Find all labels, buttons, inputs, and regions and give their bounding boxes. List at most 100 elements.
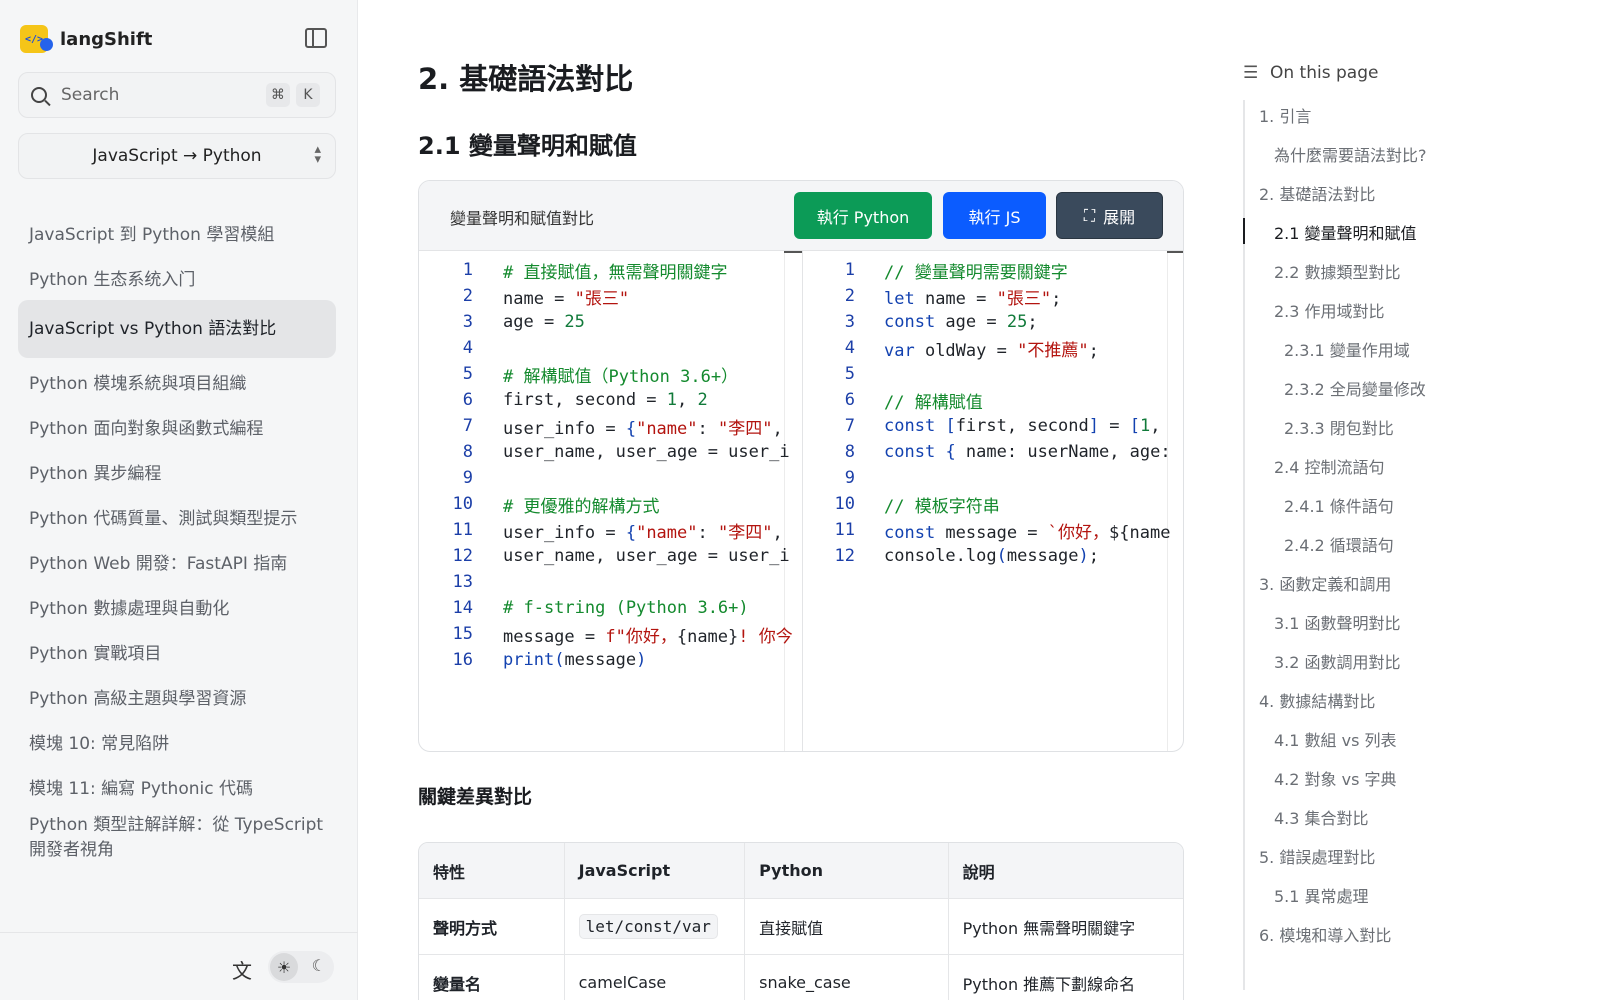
python-scroll-thumb[interactable] bbox=[784, 251, 802, 253]
code-token: age = bbox=[935, 312, 1007, 332]
code-line: 5 # 解構賦值（Python 3.6+） bbox=[419, 361, 802, 387]
code-token: user_info = bbox=[503, 418, 626, 439]
sidebar-item[interactable]: Python 代碼質量、測試與類型提示 bbox=[18, 494, 336, 538]
cell-text: 聲明方式 bbox=[433, 918, 498, 938]
line-number: 8 bbox=[462, 442, 473, 462]
sidebar-item[interactable]: JavaScript vs Python 語法對比 bbox=[18, 300, 336, 358]
language-pair-select[interactable]: JavaScript → Python ▴ ▾ bbox=[18, 133, 336, 179]
toc-item[interactable]: 4.2 對象 vs 字典 bbox=[1274, 766, 1397, 790]
table-of-contents: ☰ On this page 1. 引言為什麼需要語法對比? 2. 基礎語法對比 2… bbox=[1243, 60, 1583, 990]
code-token: name: userName, age: bbox=[955, 442, 1171, 462]
js-scroll-thumb[interactable] bbox=[1167, 251, 1183, 253]
code-token: ) bbox=[1078, 546, 1089, 566]
code-text: console.log(message); bbox=[855, 546, 1099, 566]
sidebar-item[interactable]: Python 類型註解詳解：從 TypeScript 開發者視角 bbox=[18, 809, 336, 867]
code-token: ; bbox=[1088, 340, 1099, 361]
code-token: [ bbox=[1129, 416, 1140, 436]
sidebar-footer: 文 ☀ ☾ bbox=[0, 932, 358, 1000]
code-text: # 解構賦值（Python 3.6+） bbox=[473, 362, 738, 387]
sidebar-item[interactable]: Python 實戰項目 bbox=[18, 629, 336, 673]
toc-item[interactable]: 2.1 變量聲明和賦值 bbox=[1274, 220, 1417, 244]
toc-item[interactable]: 5. 錯誤處理對比 bbox=[1259, 844, 1375, 868]
toc-header: ☰ On this page bbox=[1243, 60, 1583, 86]
code-text: const [first, second] = [1, bbox=[855, 416, 1160, 436]
toc-item[interactable]: 2.4 控制流語句 bbox=[1274, 454, 1385, 478]
toc-item[interactable]: 2. 基礎語法對比 bbox=[1259, 181, 1375, 205]
toc-item[interactable]: 3. 函數定義和調用 bbox=[1259, 571, 1391, 595]
expand-icon: ⛶ bbox=[1083, 205, 1096, 225]
code-line: 14 # f-string (Python 3.6+) bbox=[419, 595, 802, 621]
code-line: 10 // 模板字符串 bbox=[803, 491, 1183, 517]
toc-item[interactable]: 為什麼需要語法對比? bbox=[1274, 142, 1427, 166]
logo-icon: </> bbox=[20, 25, 53, 53]
table-cell: snake_case bbox=[745, 955, 949, 1000]
table-cell: let/const/var bbox=[565, 899, 746, 954]
toc-item[interactable]: 3.1 函數聲明對比 bbox=[1274, 610, 1401, 634]
sidebar-item[interactable]: Python 模塊系統與項目組織 bbox=[18, 359, 336, 403]
toc-heading: On this page bbox=[1270, 63, 1379, 83]
sidebar-item[interactable]: Python 高級主題與學習資源 bbox=[18, 674, 336, 718]
code-line: 5 bbox=[803, 361, 1183, 387]
sidebar-item[interactable]: 模塊 11: 編寫 Pythonic 代碼 bbox=[18, 764, 336, 808]
line-number: 8 bbox=[844, 442, 855, 462]
line-number: 5 bbox=[462, 364, 473, 384]
run-python-button[interactable]: 執行 Python bbox=[794, 192, 932, 239]
toc-item[interactable]: 2.3.2 全局變量修改 bbox=[1284, 376, 1426, 400]
code-token: ) bbox=[636, 650, 647, 670]
code-token: name = bbox=[914, 288, 997, 309]
toc-item[interactable]: 4.3 集合對比 bbox=[1274, 805, 1369, 829]
sidebar-toggle-icon[interactable] bbox=[305, 28, 327, 48]
table-header-cell: 特性 bbox=[419, 843, 565, 898]
line-number: 12 bbox=[834, 546, 855, 566]
toc-item[interactable]: 3.2 函數調用對比 bbox=[1274, 649, 1401, 673]
line-number: 6 bbox=[844, 390, 855, 410]
js-code-editor[interactable]: 1// 變量聲明需要關鍵字 2 let name = "張三"; 3 const age… bbox=[802, 251, 1183, 751]
toc-item[interactable]: 2.4.2 循環語句 bbox=[1284, 532, 1394, 556]
code-line: 7 const [first, second] = [1, bbox=[803, 413, 1183, 439]
toc-item[interactable]: 2.3.1 變量作用域 bbox=[1284, 337, 1410, 361]
toc-item[interactable]: 2.3 作用域對比 bbox=[1274, 298, 1385, 322]
code-card-title: 變量聲明和賦值對比 bbox=[450, 209, 595, 228]
list-icon: ☰ bbox=[1243, 63, 1259, 83]
toc-item[interactable]: 1. 引言 bbox=[1259, 103, 1311, 127]
sidebar-item[interactable]: Python Web 開發：FastAPI 指南 bbox=[18, 539, 336, 583]
toc-item[interactable]: 4.1 數組 vs 列表 bbox=[1274, 727, 1397, 751]
cell-text: 特性 bbox=[433, 862, 466, 882]
code-token: { bbox=[625, 522, 637, 543]
theme-toggle[interactable]: ☀ ☾ bbox=[268, 951, 334, 983]
expand-button[interactable]: ⛶ 展開 bbox=[1056, 192, 1163, 239]
line-number: 10 bbox=[452, 494, 473, 514]
search-input[interactable]: Search ⌘ K bbox=[18, 72, 336, 118]
sidebar-item[interactable]: JavaScript 到 Python 學習模組 bbox=[18, 210, 336, 254]
toc-item[interactable]: 2.4.1 條件語句 bbox=[1284, 493, 1394, 517]
code-line: 1 // 變量聲明需要關鍵字 bbox=[803, 257, 1183, 283]
brand[interactable]: </> langShift bbox=[20, 24, 152, 54]
code-token: const bbox=[884, 416, 936, 436]
code-token: , bbox=[677, 390, 698, 410]
line-number: 3 bbox=[462, 312, 473, 332]
run-js-button[interactable]: 執行 JS bbox=[943, 192, 1046, 239]
section-title: 2.1 變量聲明和賦值 bbox=[418, 132, 637, 160]
sidebar-item[interactable]: Python 異步編程 bbox=[18, 449, 336, 493]
translate-icon[interactable]: 文 bbox=[232, 955, 252, 984]
toc-item[interactable]: 2.3.3 閉包對比 bbox=[1284, 415, 1394, 439]
toc-item[interactable]: 5.1 異常處理 bbox=[1274, 883, 1369, 907]
sidebar-item[interactable]: 模塊 10: 常見陷阱 bbox=[18, 719, 336, 763]
sidebar-item[interactable]: Python 面向對象與函數式編程 bbox=[18, 404, 336, 448]
sidebar-item[interactable]: Python 生态系统入门 bbox=[18, 255, 336, 299]
toc-active-marker bbox=[1243, 218, 1245, 244]
table-cell: 聲明方式 bbox=[419, 899, 565, 954]
code-card-header: 變量聲明和賦值對比 執行 Python 執行 JS ⛶ 展開 bbox=[419, 181, 1183, 251]
sidebar-item[interactable]: Python 數據處理與自動化 bbox=[18, 584, 336, 628]
toc-item[interactable]: 2.2 數據類型對比 bbox=[1274, 259, 1401, 283]
cell-text: Python 推薦下劃線命名 bbox=[962, 974, 1136, 994]
code-token: , bbox=[772, 522, 783, 543]
toc-item[interactable]: 4. 數據結構對比 bbox=[1259, 688, 1375, 712]
code-token: {name} bbox=[676, 626, 739, 647]
code-token: const bbox=[884, 522, 936, 543]
code-token: console.log bbox=[884, 546, 997, 566]
python-code-editor[interactable]: 1 # 直接賦值，無需聲明關鍵字 2 name = "張三" 3 age = 25 4 5 # … bbox=[419, 251, 802, 751]
line-number: 1 bbox=[844, 260, 855, 280]
toc-item[interactable]: 6. 模塊和導入對比 bbox=[1259, 922, 1391, 946]
line-number: 13 bbox=[452, 572, 473, 592]
